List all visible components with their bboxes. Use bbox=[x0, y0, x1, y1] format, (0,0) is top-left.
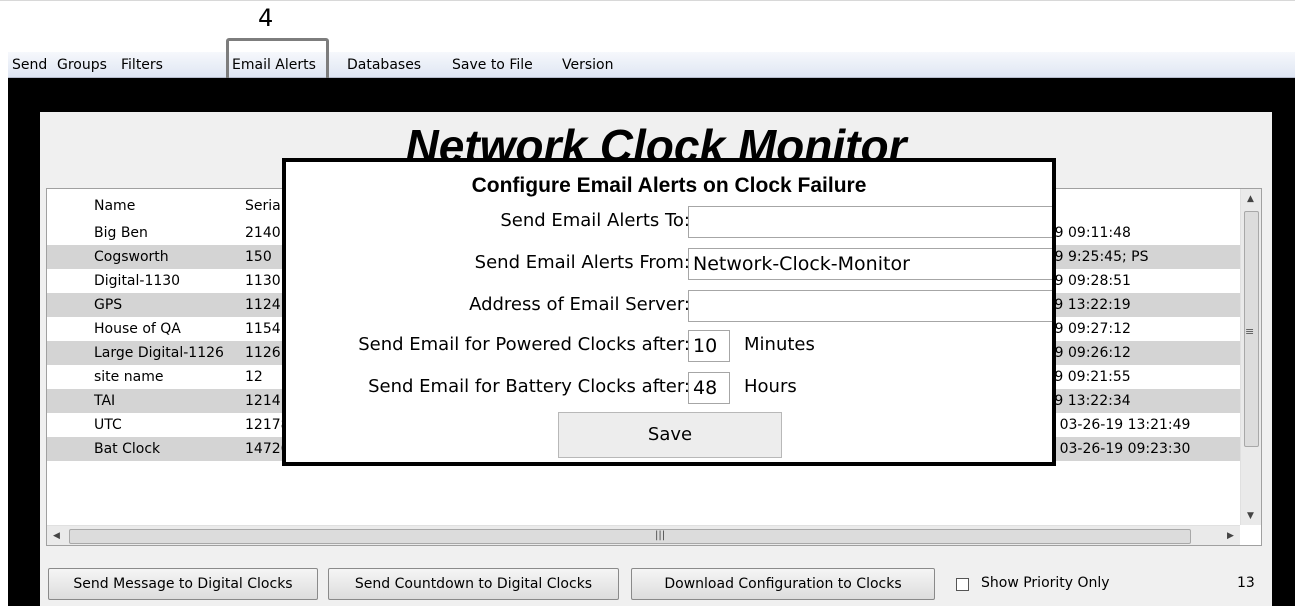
cell-serial: 1126 bbox=[245, 345, 281, 361]
powered-clocks-input[interactable]: 10 bbox=[688, 330, 730, 362]
email-server-input[interactable] bbox=[688, 290, 1052, 322]
powered-clocks-label: Send Email for Powered Clocks after: bbox=[358, 334, 690, 355]
scroll-down-arrow-icon[interactable]: ▼ bbox=[1247, 511, 1254, 521]
email-alerts-dialog: Configure Email Alerts on Clock Failure … bbox=[282, 158, 1056, 466]
header-serial[interactable]: Seria bbox=[245, 198, 281, 214]
cell-serial: 12 bbox=[245, 369, 263, 385]
scroll-left-arrow-icon[interactable]: ◀ bbox=[53, 531, 60, 541]
cell-name: Cogsworth bbox=[94, 249, 169, 265]
cell-name: Big Ben bbox=[94, 225, 148, 241]
menu-save-to-file[interactable]: Save to File bbox=[452, 57, 533, 73]
menu-filters[interactable]: Filters bbox=[121, 57, 163, 73]
clock-count: 13 bbox=[1237, 575, 1255, 591]
menu-version[interactable]: Version bbox=[562, 57, 613, 73]
scroll-right-arrow-icon[interactable]: ▶ bbox=[1227, 531, 1234, 541]
show-priority-checkbox[interactable] bbox=[956, 578, 969, 591]
send-to-input[interactable] bbox=[688, 206, 1052, 238]
cell-serial: 2140 bbox=[245, 225, 281, 241]
horizontal-scrollbar[interactable]: ◀ ||| ▶ bbox=[47, 525, 1240, 545]
send-countdown-button[interactable]: Send Countdown to Digital Clocks bbox=[328, 568, 619, 600]
cell-serial: 1124 bbox=[245, 297, 281, 313]
send-from-label: Send Email Alerts From: bbox=[474, 252, 690, 273]
cell-name: UTC bbox=[94, 417, 122, 433]
menu-bar: Send Groups Filters Email Alerts Databas… bbox=[8, 52, 1295, 78]
scroll-up-arrow-icon[interactable]: ▲ bbox=[1247, 194, 1254, 204]
scroll-grip-icon: ||| bbox=[655, 530, 666, 541]
dialog-title: Configure Email Alerts on Clock Failure bbox=[471, 174, 867, 197]
powered-clocks-unit: Minutes bbox=[744, 334, 815, 355]
menu-databases[interactable]: Databases bbox=[347, 57, 421, 73]
top-border bbox=[0, 0, 1295, 1]
send-message-button[interactable]: Send Message to Digital Clocks bbox=[48, 568, 318, 600]
send-from-input[interactable]: Network-Clock-Monitor bbox=[688, 248, 1052, 280]
cell-serial: 1214 bbox=[245, 393, 281, 409]
callout-number: 4 bbox=[258, 4, 274, 32]
battery-clocks-unit: Hours bbox=[744, 376, 797, 397]
cell-serial: 150 bbox=[245, 249, 272, 265]
header-name[interactable]: Name bbox=[94, 198, 135, 214]
cell-name: Bat Clock bbox=[94, 441, 161, 457]
cell-name: Large Digital-1126 bbox=[94, 345, 224, 361]
cell-name: GPS bbox=[94, 297, 123, 313]
vertical-scrollbar[interactable]: ▲ ≡ ▼ bbox=[1240, 189, 1261, 525]
battery-clocks-label: Send Email for Battery Clocks after: bbox=[368, 376, 690, 397]
cell-name: Digital-1130 bbox=[94, 273, 181, 289]
scroll-grip-icon: ≡ bbox=[1245, 325, 1255, 338]
cell-name: House of QA bbox=[94, 321, 181, 337]
cell-serial: 1130 bbox=[245, 273, 281, 289]
cell-serial: 1154 bbox=[245, 321, 281, 337]
cell-name: site name bbox=[94, 369, 164, 385]
menu-groups[interactable]: Groups bbox=[57, 57, 107, 73]
send-to-label: Send Email Alerts To: bbox=[500, 210, 690, 231]
download-config-button[interactable]: Download Configuration to Clocks bbox=[631, 568, 935, 600]
battery-clocks-input[interactable]: 48 bbox=[688, 372, 730, 404]
show-priority-label: Show Priority Only bbox=[981, 575, 1110, 591]
cell-name: TAI bbox=[94, 393, 116, 409]
horizontal-scroll-thumb[interactable] bbox=[69, 529, 1191, 544]
save-button[interactable]: Save bbox=[558, 412, 782, 458]
email-server-label: Address of Email Server: bbox=[469, 294, 690, 315]
menu-send[interactable]: Send bbox=[12, 57, 47, 73]
